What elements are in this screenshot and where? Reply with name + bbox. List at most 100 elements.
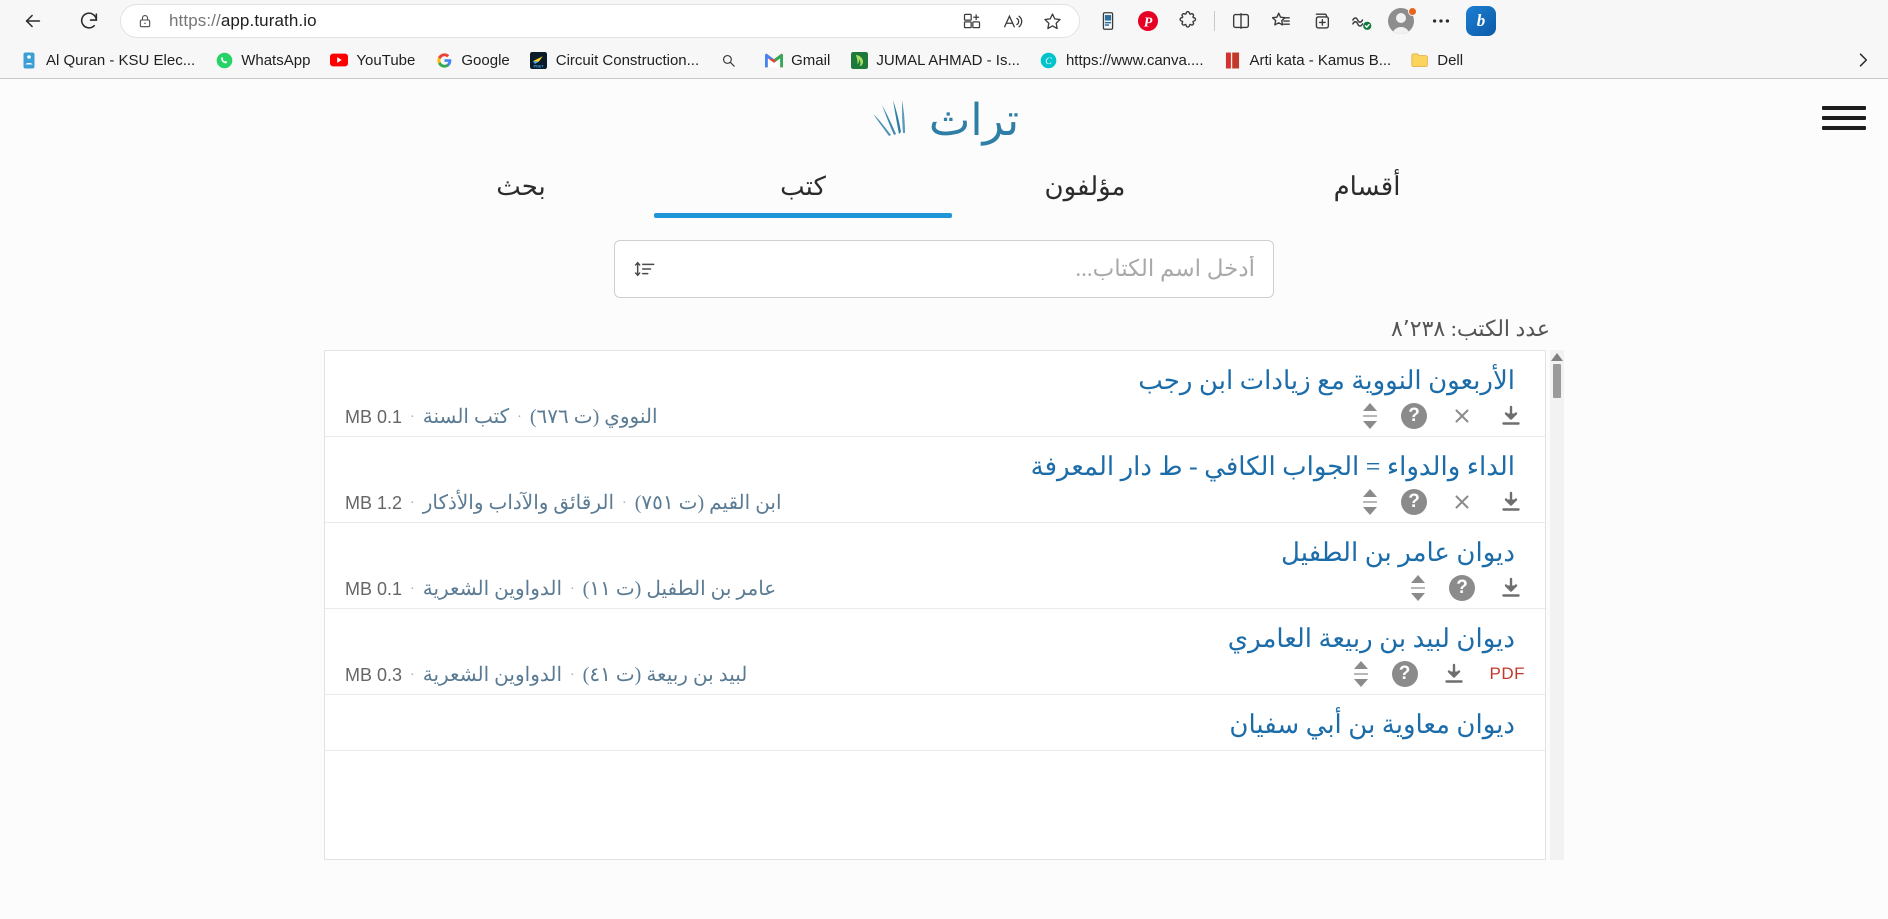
row-actions: ? PDF bbox=[1338, 660, 1546, 688]
copilot-icon[interactable]: b bbox=[1461, 4, 1501, 38]
address-bar[interactable]: https://app.turath.io bbox=[120, 4, 1080, 38]
tab-sections[interactable]: أقسام bbox=[1226, 164, 1508, 218]
download-icon[interactable] bbox=[1440, 660, 1468, 688]
scroll-up-arrow-icon[interactable] bbox=[1551, 353, 1563, 361]
table-row[interactable]: ديوان عامر بن الطفيل ? عامر بن الطفيل (ت… bbox=[325, 523, 1545, 609]
bookmark-google[interactable]: Google bbox=[425, 46, 519, 74]
bookmarks-overflow-chevron-right-icon[interactable] bbox=[1848, 50, 1878, 70]
hamburger-menu-icon[interactable] bbox=[1822, 101, 1866, 135]
split-screen-icon[interactable] bbox=[1221, 4, 1261, 38]
tab-authors[interactable]: مؤلفون bbox=[944, 164, 1226, 218]
book-category[interactable]: الدواوين الشعرية bbox=[423, 578, 562, 600]
extensions-puzzle-icon[interactable] bbox=[1168, 4, 1208, 38]
bookmark-label: JUMAL AHMAD - Is... bbox=[876, 51, 1020, 69]
bookmark-whatsapp[interactable]: WhatsApp bbox=[205, 46, 320, 74]
book-title[interactable]: ديوان لبيد بن ربيعة العامري bbox=[325, 619, 1545, 658]
profile-avatar-icon[interactable] bbox=[1381, 4, 1421, 38]
split-screen-add-icon[interactable] bbox=[959, 8, 985, 34]
download-icon[interactable] bbox=[1497, 402, 1525, 430]
browser-essentials-icon[interactable] bbox=[1341, 4, 1381, 38]
phet-icon: PhET bbox=[530, 51, 548, 69]
avatar-status-dot bbox=[1408, 7, 1417, 16]
site-logo[interactable]: تراث bbox=[0, 79, 1888, 146]
turath-page: تراث أقسام مؤلفون كتب بحث عدد الكتب: ٨٬٢… bbox=[0, 78, 1888, 919]
book-title[interactable]: ديوان معاوية بن أبي سفيان bbox=[325, 705, 1545, 744]
bookmark-label: Google bbox=[461, 51, 510, 69]
kamus-book-icon bbox=[1224, 51, 1242, 69]
bookmark-canva[interactable]: C https://www.canva.... bbox=[1030, 46, 1214, 74]
add-tab-group-icon[interactable] bbox=[1301, 4, 1341, 38]
pdf-badge[interactable]: PDF bbox=[1490, 664, 1526, 684]
table-row[interactable]: الأربعون النووية مع زيادات ابن رجب ? الن… bbox=[325, 351, 1545, 437]
book-category[interactable]: كتب السنة bbox=[423, 406, 509, 428]
main-tabs: أقسام مؤلفون كتب بحث bbox=[0, 164, 1888, 218]
back-button[interactable] bbox=[12, 4, 54, 38]
list-scrollbar[interactable] bbox=[1550, 350, 1564, 860]
pinterest-icon[interactable]: P bbox=[1128, 4, 1168, 38]
site-logo-text: تراث bbox=[928, 96, 1020, 145]
bookmark-youtube[interactable]: YouTube bbox=[320, 46, 425, 74]
book-size: 0.1 MB bbox=[345, 406, 403, 427]
info-question-icon[interactable]: ? bbox=[1449, 575, 1475, 601]
sort-lines-icon[interactable] bbox=[631, 258, 659, 280]
bookmark-arti-kata[interactable]: Arti kata - Kamus B... bbox=[1214, 46, 1402, 74]
sort-stepper-icon[interactable] bbox=[1409, 575, 1427, 601]
info-question-icon[interactable]: ? bbox=[1401, 403, 1427, 429]
book-category[interactable]: الدواوين الشعرية bbox=[423, 664, 562, 686]
bookmark-label: Al Quran - KSU Elec... bbox=[46, 51, 196, 69]
book-title[interactable]: الأربعون النووية مع زيادات ابن رجب bbox=[325, 361, 1545, 400]
info-question-icon[interactable]: ? bbox=[1391, 661, 1418, 687]
bookmark-circuit-construction[interactable]: PhET Circuit Construction... bbox=[520, 46, 709, 74]
bookmark-search-shortcut[interactable] bbox=[709, 46, 755, 74]
meta-separator: · bbox=[622, 495, 627, 511]
bookmark-al-quran[interactable]: Al Quran - KSU Elec... bbox=[10, 46, 205, 74]
collections-star-icon[interactable] bbox=[1261, 4, 1301, 38]
download-icon[interactable] bbox=[1497, 488, 1525, 516]
settings-more-icon[interactable] bbox=[1421, 4, 1461, 38]
url-host: app.turath.io bbox=[220, 11, 317, 30]
download-icon[interactable] bbox=[1497, 574, 1525, 602]
book-author[interactable]: لبيد بن ربيعة (ت ٤١) bbox=[583, 664, 748, 686]
table-row[interactable]: الداء والدواء = الجواب الكافي - ط دار ال… bbox=[325, 437, 1545, 523]
sort-stepper-icon[interactable] bbox=[1361, 403, 1379, 429]
bookmark-label: YouTube bbox=[356, 51, 416, 69]
bookmark-dell-folder[interactable]: Dell bbox=[1401, 46, 1473, 74]
table-row[interactable]: ديوان لبيد بن ربيعة العامري ? PDF لبيد ب… bbox=[325, 609, 1545, 695]
copilot-badge: b bbox=[1466, 6, 1496, 36]
info-question-icon[interactable]: ? bbox=[1401, 489, 1427, 515]
tab-search[interactable]: بحث bbox=[380, 164, 662, 218]
book-title[interactable]: الداء والدواء = الجواب الكافي - ط دار ال… bbox=[325, 447, 1545, 486]
sort-stepper-icon[interactable] bbox=[1352, 661, 1370, 687]
search-input[interactable] bbox=[659, 255, 1257, 283]
bookmark-jumal-ahmad[interactable]: JUMAL AHMAD - Is... bbox=[840, 46, 1030, 74]
lock-icon bbox=[135, 13, 155, 29]
toolbar-divider bbox=[1214, 11, 1215, 31]
book-list: الأربعون النووية مع زيادات ابن رجب ? الن… bbox=[324, 350, 1546, 860]
device-cast-icon[interactable] bbox=[1088, 4, 1128, 38]
book-count-label: عدد الكتب: ٨٬٢٣٨ bbox=[1390, 316, 1550, 341]
fan-leaf-icon bbox=[869, 96, 917, 145]
read-aloud-icon[interactable] bbox=[999, 8, 1025, 34]
browser-chrome: https://app.turath.io P b Al Quran - KSU… bbox=[0, 0, 1888, 78]
book-author[interactable]: عامر بن الطفيل (ت ١١) bbox=[583, 578, 777, 600]
url-scheme: https:// bbox=[169, 11, 221, 30]
bookmark-gmail[interactable]: Gmail bbox=[755, 46, 840, 74]
bookmark-label: Gmail bbox=[791, 51, 831, 69]
quran-icon bbox=[20, 51, 38, 69]
gmail-icon bbox=[765, 51, 784, 69]
tab-books[interactable]: كتب bbox=[662, 164, 944, 218]
search-box[interactable] bbox=[614, 240, 1274, 298]
reload-button[interactable] bbox=[68, 4, 110, 38]
book-title[interactable]: ديوان عامر بن الطفيل bbox=[325, 533, 1545, 572]
book-category[interactable]: الرقائق والآداب والأذكار bbox=[423, 492, 614, 514]
meta-separator: · bbox=[410, 495, 415, 511]
table-row[interactable]: ديوان معاوية بن أبي سفيان bbox=[325, 695, 1545, 751]
scrollbar-thumb[interactable] bbox=[1553, 364, 1561, 398]
book-author[interactable]: ابن القيم (ت ٧٥١) bbox=[635, 492, 782, 514]
sort-stepper-icon[interactable] bbox=[1361, 489, 1379, 515]
favorite-star-icon[interactable] bbox=[1039, 8, 1065, 34]
close-x-icon[interactable] bbox=[1449, 489, 1475, 515]
close-x-icon[interactable] bbox=[1449, 403, 1475, 429]
book-author[interactable]: النووي (ت ٦٧٦) bbox=[530, 406, 658, 428]
svg-text:P: P bbox=[1144, 15, 1153, 30]
